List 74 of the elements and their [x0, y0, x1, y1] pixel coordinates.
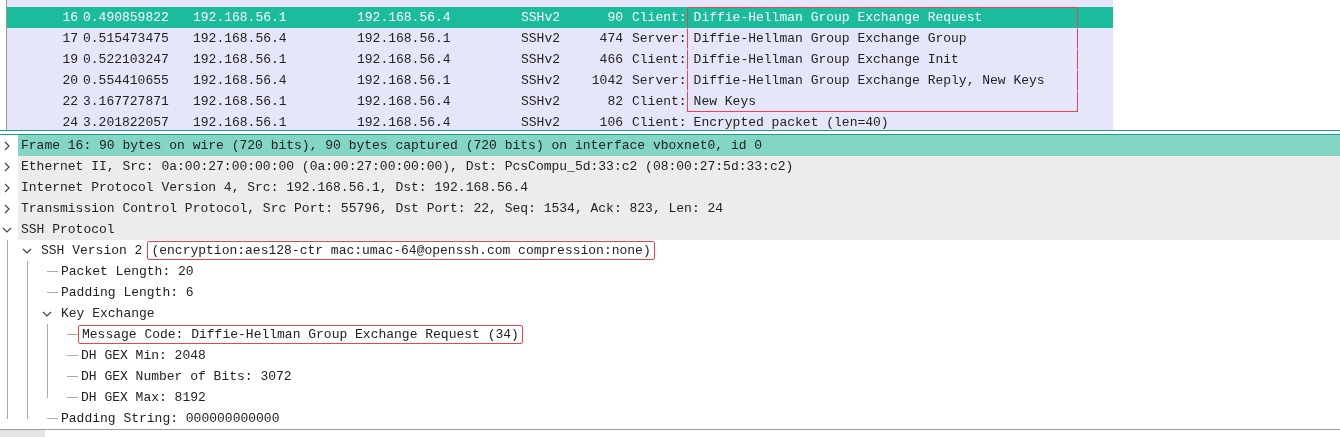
- packet-source: 192.168.56.1: [193, 115, 288, 130]
- tree-item[interactable]: Message Code: Diffie-Hellman Group Exchange Request (34): [78, 324, 1340, 345]
- tree-item[interactable]: Key Exchange: [58, 303, 1340, 324]
- tree-item[interactable]: Transmission Control Protocol, Src Port: 55796, Dst Port: 22, Seq: 1534, Ack: 823, Len: 24: [18, 198, 1340, 219]
- packet-source: 192.168.56.1: [193, 52, 288, 67]
- packet-direction: Client:: [632, 94, 687, 109]
- tree-item[interactable]: Ethernet II, Src: 0a:00:27:00:00:00 (0a:00:27:00:00:00), Dst: PcsCompu_5d:33:c2 (08:00:27:5d:33:c2): [18, 156, 1340, 177]
- packet-protocol: SSHv2: [521, 115, 561, 130]
- chevron-right-icon[interactable]: [2, 140, 12, 151]
- packet-direction: Client:: [632, 52, 687, 67]
- tree-item[interactable]: Padding String: 000000000000: [58, 408, 1340, 429]
- packet-row[interactable]: 22 3.167727871 192.168.56.1 192.168.56.4 SSHv2 82 Client: New Keys: [7, 91, 1113, 112]
- packet-row[interactable]: 20 0.554410655 192.168.56.4 192.168.56.1 SSHv2 1042 Server: Diffie-Hellman Group Exchange Reply, New Keys: [7, 70, 1113, 91]
- packet-time: 0.522103247: [82, 52, 170, 67]
- packet-time: 3.167727871: [82, 94, 170, 109]
- packet-direction: Server:: [632, 31, 687, 46]
- tree-item[interactable]: DH GEX Number of Bits: 3072: [78, 366, 1340, 387]
- packet-number: 22: [61, 94, 78, 109]
- packet-length: 90: [606, 10, 623, 25]
- packet-number: 16: [61, 10, 78, 25]
- packet-info: Diffie-Hellman Group Exchange Group: [686, 28, 1078, 49]
- packet-destination: 192.168.56.4: [357, 115, 452, 130]
- packet-length: 466: [598, 52, 623, 67]
- packet-destination: 192.168.56.4: [357, 52, 452, 67]
- packet-number: 19: [61, 52, 78, 67]
- packet-length: 106: [598, 115, 623, 130]
- packet-destination: 192.168.56.1: [357, 31, 452, 46]
- chevron-right-icon[interactable]: [2, 203, 12, 214]
- tree-row[interactable]: SSH Version 2 (encryption:aes128-ctr mac:umac-64@openssh.com compression:none): [38, 240, 1340, 261]
- packet-number: 17: [61, 31, 78, 46]
- packet-protocol: SSHv2: [521, 10, 561, 25]
- tree-item[interactable]: Frame 16: 90 bytes on wire (720 bits), 90 bytes captured (720 bits) on interface vboxnet0, id 0: [18, 135, 1340, 156]
- highlighted-detail: (encryption:aes128-ctr mac:umac-64@openssh.com compression:none): [147, 241, 655, 260]
- packet-direction: Client:: [632, 115, 687, 130]
- chevron-right-icon[interactable]: [2, 161, 12, 172]
- packet-protocol: SSHv2: [521, 31, 561, 46]
- packet-source: 192.168.56.4: [193, 31, 288, 46]
- tree-item[interactable]: SSH Protocol: [18, 219, 1340, 240]
- packet-number: 24: [61, 115, 78, 130]
- tree-item[interactable]: Internet Protocol Version 4, Src: 192.168.56.1, Dst: 192.168.56.4: [18, 177, 1340, 198]
- packet-source: 192.168.56.1: [193, 94, 288, 109]
- packet-number: 20: [61, 73, 78, 88]
- packet-direction: Client:: [632, 10, 687, 25]
- chevron-right-icon[interactable]: [2, 182, 12, 193]
- packet-destination: 192.168.56.4: [357, 10, 452, 25]
- packet-time: 0.515473475: [82, 31, 170, 46]
- packet-direction: Server:: [632, 73, 687, 88]
- packet-length: 474: [598, 31, 623, 46]
- packet-row[interactable]: 17 0.515473475 192.168.56.4 192.168.56.1 SSHv2 474 Server: Diffie-Hellman Group Exchange Group: [7, 28, 1113, 49]
- packet-time: 0.554410655: [82, 73, 170, 88]
- packet-info: Encrypted packet (len=40): [692, 114, 890, 130]
- tree-item[interactable]: DH GEX Min: 2048: [78, 345, 1340, 366]
- packet-time: 3.201822057: [82, 115, 170, 130]
- packet-info: New Keys: [686, 91, 1078, 112]
- packet-row[interactable]: 24 3.201822057 192.168.56.1 192.168.56.4 SSHv2 106 Client: Encrypted packet (len=40): [7, 112, 1113, 130]
- packet-row[interactable]: 19 0.522103247 192.168.56.1 192.168.56.4 SSHv2 466 Client: Diffie-Hellman Group Exchange Init: [7, 49, 1113, 70]
- highlighted-text: Message Code: Diffie-Hellman Group Exchange Request (34): [78, 325, 523, 344]
- packet-source: 192.168.56.4: [193, 73, 288, 88]
- tree-item[interactable]: Packet Length: 20: [58, 261, 1340, 282]
- packet-length: 1042: [590, 73, 623, 88]
- packet-time: 0.490859822: [82, 10, 170, 25]
- packet-protocol: SSHv2: [521, 52, 561, 67]
- packet-length: 82: [606, 94, 623, 109]
- tree-item-label: SSH Version 2: [41, 243, 143, 258]
- tree-item[interactable]: Padding Length: 6: [58, 282, 1340, 303]
- packet-info: Diffie-Hellman Group Exchange Reply, New Keys: [686, 70, 1078, 91]
- packet-info: Diffie-Hellman Group Exchange Init: [686, 49, 1078, 70]
- packet-source: 192.168.56.1: [193, 10, 288, 25]
- packet-info: Diffie-Hellman Group Exchange Request: [686, 7, 1078, 28]
- packet-protocol: SSHv2: [521, 94, 561, 109]
- packet-destination: 192.168.56.4: [357, 94, 452, 109]
- packet-protocol: SSHv2: [521, 73, 561, 88]
- packet-destination: 192.168.56.1: [357, 73, 452, 88]
- tree-item[interactable]: DH GEX Max: 8192: [78, 387, 1340, 408]
